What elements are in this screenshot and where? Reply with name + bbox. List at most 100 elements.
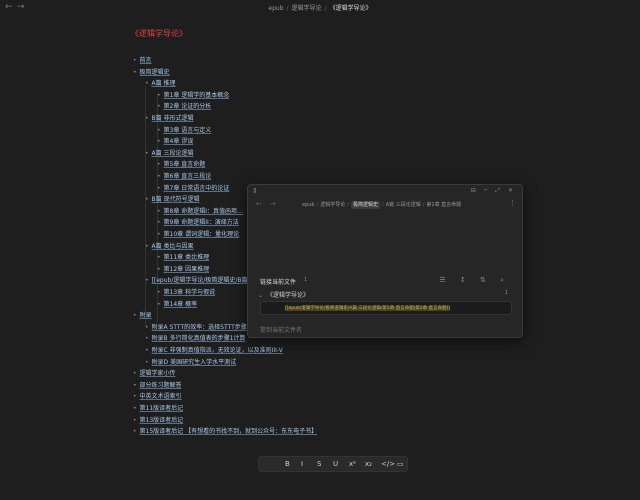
outline-item-link[interactable]: B篇 现代符号逻辑	[152, 196, 200, 203]
outline-item[interactable]: • 部分练习题解答	[133, 382, 182, 390]
bullet-icon: •	[157, 300, 161, 308]
outline-item[interactable]: • 第8章 命题逻辑I：真值函项…	[157, 208, 243, 216]
outline-item[interactable]: • 第13章 科学与假说	[157, 289, 215, 297]
outline-item-link[interactable]: 第5章 直言命题	[164, 161, 206, 168]
popup-breadcrumb-item[interactable]: 逻辑学导论	[320, 202, 345, 208]
outline-item-link[interactable]: 第2章 论证的分析	[164, 103, 212, 110]
outline-item[interactable]: • 前言	[133, 57, 152, 65]
outline-item-link[interactable]: B篇 非形式逻辑	[152, 115, 194, 122]
outline-item[interactable]: • 附录D 美国研究生入学水平测试	[145, 359, 236, 367]
outline-item[interactable]: • 第1章 逻辑学的基本概念	[157, 92, 229, 100]
outline-item[interactable]: • 第5章 直言命题	[157, 161, 205, 169]
outline-item-link[interactable]: 第12章 因果推理	[164, 266, 210, 273]
window-controls[interactable]: ⊟ ─ ⤢ ✕	[471, 187, 516, 195]
bullet-icon: •	[157, 289, 161, 296]
code-button[interactable]: </>	[381, 459, 395, 469]
outline-item-link[interactable]: 第1章 逻辑学的基本概念	[164, 92, 230, 99]
outline-item-link[interactable]: 前言	[140, 57, 152, 64]
backlink-match[interactable]: [[epub/逻辑学导论/极简逻辑史/A篇 三段论逻辑/第5章 直言命题|第5章…	[260, 301, 512, 315]
outline-item-link[interactable]: 第13章 科学与假说	[164, 289, 216, 296]
outline-item[interactable]: • 第2章 论证的分析	[157, 103, 211, 111]
outline-item-link[interactable]: 附录D 美国研究生入学水平测试	[152, 359, 237, 366]
bullet-icon: •	[133, 393, 137, 401]
outline-item[interactable]: • 第14章 概率	[157, 301, 197, 309]
outline-item[interactable]: • 第6章 直言三段论	[157, 173, 211, 181]
outline-item-link[interactable]: 附录C 非强制真值指派，无效论证，以及准则III-V	[152, 347, 283, 354]
bullet-icon: •	[145, 347, 149, 354]
outline-item-link[interactable]: 第8章 命题逻辑I：真值函项…	[164, 208, 244, 215]
block-button[interactable]: ▭	[397, 459, 404, 469]
backlink-file[interactable]: ⌄ 《逻辑学导论》	[258, 290, 309, 299]
popup-breadcrumb-item[interactable]: epub	[302, 202, 315, 208]
outline-item[interactable]: • A篇 三段论逻辑	[145, 150, 194, 158]
outline-item[interactable]: • 附录	[133, 312, 152, 320]
outline-item-link[interactable]: 第10章 谓词逻辑：量化理论	[164, 231, 240, 238]
outline-item[interactable]: • B篇 现代符号逻辑	[145, 196, 200, 204]
italic-button[interactable]: I	[301, 459, 303, 469]
outline-item-link[interactable]: 附录B 多行简化真值表的步骤1计算	[152, 335, 246, 342]
bullet-icon: •	[157, 138, 161, 146]
popup-breadcrumb-item[interactable]: 极简逻辑史	[350, 201, 380, 209]
subscript-button[interactable]: x₂	[365, 459, 372, 469]
outline-item[interactable]: • [[epub/逻辑学导论/极简逻辑史/B篇…	[145, 277, 254, 285]
outline-item-link[interactable]: [[epub/逻辑学导论/极简逻辑史/B篇…	[152, 277, 254, 284]
backlinks-toolbar-icons[interactable]: ☰ ↕ ⇅ ⌕	[439, 276, 510, 285]
pin-icon[interactable]: ⇕	[252, 187, 258, 195]
outline-item-link[interactable]: 第9章 命题逻辑II：演绎方法	[164, 219, 239, 226]
outline-item[interactable]: • 第3章 语言与定义	[157, 127, 211, 135]
outline-item[interactable]: • 中英文术语索引	[133, 393, 182, 401]
popup-breadcrumb-item[interactable]: 第1章 直言命题	[426, 202, 461, 208]
bold-button[interactable]: B	[285, 459, 290, 469]
outline-item[interactable]: • 第11章 类比推理	[157, 254, 209, 262]
popup-forward-icon[interactable]: →	[270, 200, 276, 208]
outline-item-link[interactable]: 第11版译者后记	[140, 405, 184, 412]
outline-item-link[interactable]: 第3章 语言与定义	[164, 127, 212, 134]
outline-item[interactable]: • A篇 推理	[145, 80, 176, 88]
more-options-icon[interactable]: ⋮	[509, 199, 516, 207]
bullet-icon: •	[145, 115, 149, 122]
bullet-icon: •	[133, 381, 137, 389]
outline-item-link[interactable]: 中英文术语索引	[140, 393, 182, 400]
outline-item[interactable]: • B篇 非形式逻辑	[145, 115, 194, 123]
outline-item[interactable]: • 附录C 非强制真值指派，无效论证，以及准则III-V	[145, 347, 283, 355]
outline-item[interactable]: • 第13版译者后记	[133, 417, 183, 425]
chevron-down-icon[interactable]: ⌄	[258, 292, 263, 299]
outline-item-link[interactable]: 第13版译者后记	[140, 417, 184, 424]
outline-item[interactable]: • 逻辑学家小传	[133, 370, 176, 378]
outline-item[interactable]: • 第10章 谓词逻辑：量化理论	[157, 231, 239, 239]
outline-item-link[interactable]: 部分练习题解答	[140, 382, 182, 389]
breadcrumb-item-epub[interactable]: epub	[268, 5, 283, 12]
outline-item-link[interactable]: 逻辑学家小传	[140, 370, 176, 377]
unlinked-mentions-label[interactable]: 提到当前文件名	[260, 325, 302, 334]
outline-item-link[interactable]: A篇 推理	[152, 80, 176, 87]
outline-item-link[interactable]: A篇 三段论逻辑	[152, 150, 194, 157]
outline-item-link[interactable]: 第15版译者后记 【有想看的书找不到，就到公众号：东东电子书】	[140, 428, 318, 435]
outline-item[interactable]: • 第4章 谬误	[157, 138, 193, 146]
outline-item-link[interactable]: 第6章 直言三段论	[164, 173, 212, 180]
outline-item[interactable]: • 第9章 命题逻辑II：演绎方法	[157, 219, 239, 227]
outline-item[interactable]: • 第12章 因果推理	[157, 266, 209, 274]
outline-item-link[interactable]: 第14章 概率	[164, 301, 198, 308]
outline-item[interactable]: • 附录B 多行简化真值表的步骤1计算	[145, 335, 245, 343]
popup-back-icon[interactable]: ←	[256, 200, 262, 208]
outline-item-link[interactable]: 第11章 类比推理	[164, 254, 210, 261]
bullet-icon: •	[145, 277, 149, 285]
outline-item-link[interactable]: 第7章 日常语言中的论证	[164, 185, 230, 192]
breadcrumb-item-current[interactable]: 《逻辑学导论》	[330, 5, 372, 12]
bullet-icon: •	[157, 254, 161, 262]
strikethrough-button[interactable]: S	[317, 459, 321, 469]
outline-item[interactable]: • 第7章 日常语言中的论证	[157, 185, 229, 193]
outline-item[interactable]: • 极简逻辑史	[133, 69, 170, 77]
outline-item-link[interactable]: 第4章 谬误	[164, 138, 194, 145]
outline-item[interactable]: • A篇 类比与因果	[145, 243, 194, 251]
outline-item-link[interactable]: A篇 类比与因果	[152, 243, 194, 250]
underline-button[interactable]: U	[333, 459, 338, 469]
page-title: 《逻辑学导论》	[131, 29, 187, 38]
popup-breadcrumb-item[interactable]: A篇 三段论逻辑	[386, 202, 421, 208]
breadcrumb-item-book[interactable]: 逻辑学导论	[292, 5, 322, 12]
outline-item[interactable]: • 第11版译者后记	[133, 405, 183, 413]
outline-item-link[interactable]: 附录	[140, 312, 152, 319]
outline-item[interactable]: • 第15版译者后记 【有想看的书找不到，就到公众号：东东电子书】	[133, 428, 317, 436]
superscript-button[interactable]: x²	[349, 459, 356, 469]
outline-item-link[interactable]: 极简逻辑史	[140, 69, 170, 76]
